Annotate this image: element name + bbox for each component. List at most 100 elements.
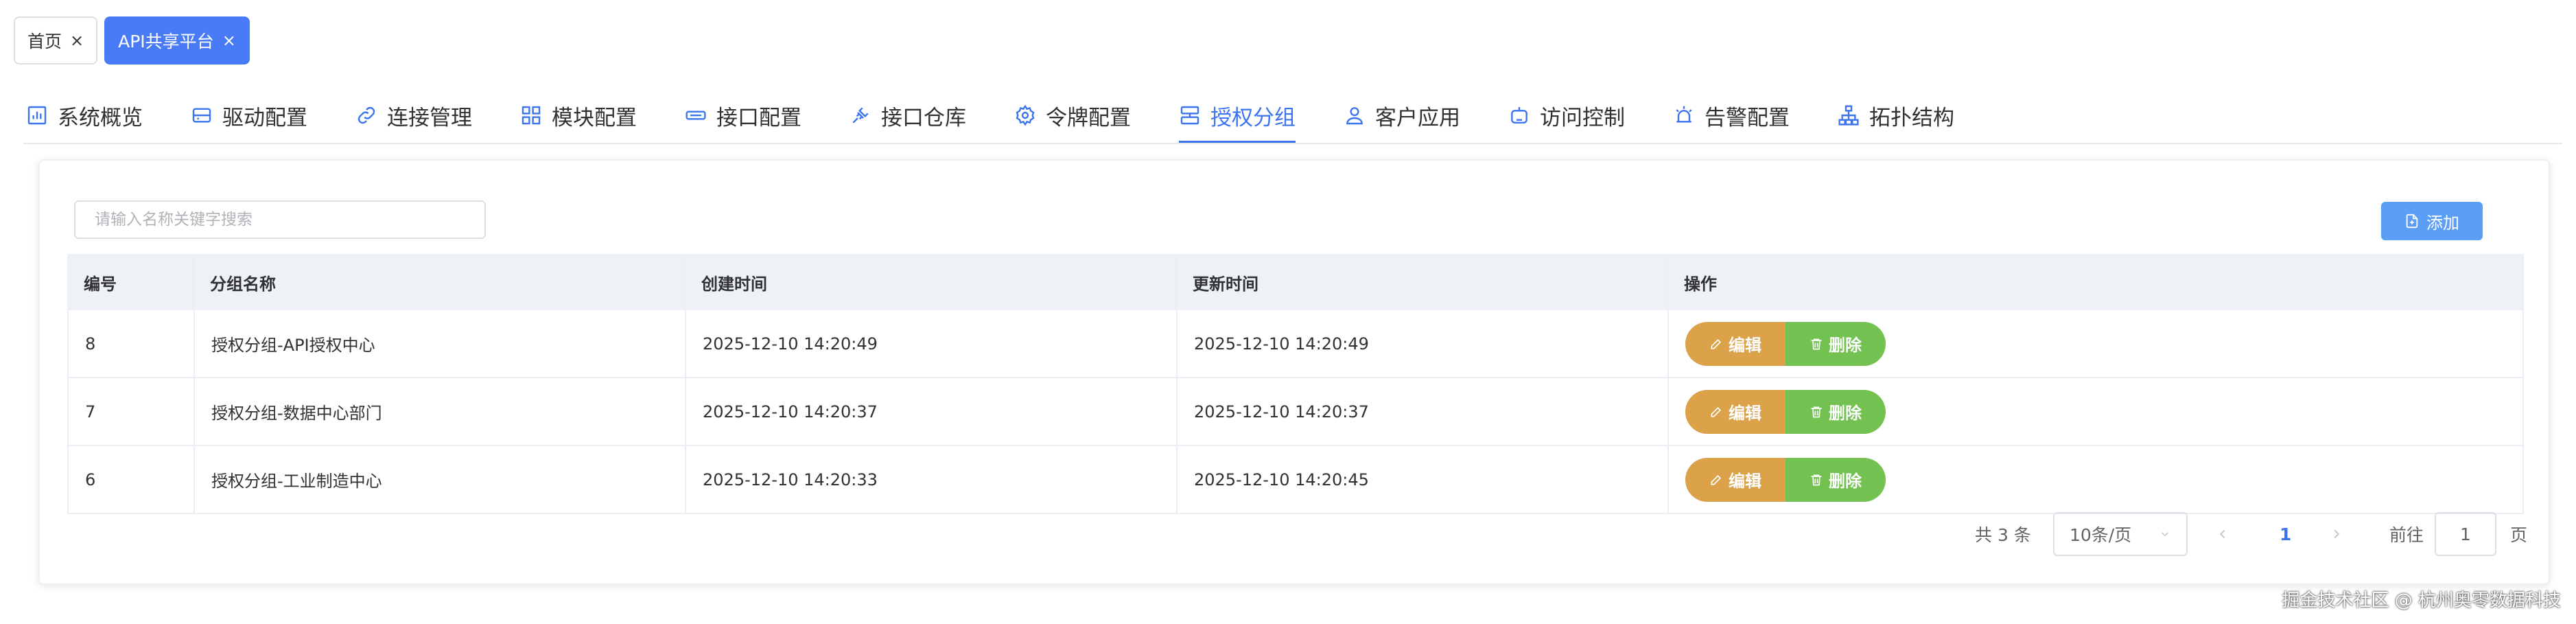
cell-updated: 2025-12-10 14:20:49	[1178, 310, 1669, 377]
link-icon	[358, 106, 375, 124]
delete-button[interactable]: 删除	[1785, 457, 1886, 502]
next-page-button[interactable]	[2329, 512, 2344, 556]
edit-label: 编辑	[1729, 336, 1761, 355]
server-icon	[1180, 106, 1199, 125]
delete-label: 删除	[1829, 472, 1862, 491]
table-header-row: 编号 分组名称 创建时间 更新时间 操作	[67, 254, 2524, 310]
nav-item-api-config[interactable]: 接口配置	[685, 88, 801, 143]
nav-item-connection-manage[interactable]: 连接管理	[355, 88, 472, 143]
nav-item-api-repo[interactable]: 接口仓库	[850, 88, 966, 143]
column-header-created[interactable]: 创建时间	[685, 254, 1176, 310]
cell-actions: 编辑 删除	[1669, 310, 2522, 377]
pagination: 共 3 条 10条/页 1 前往 1 页	[40, 512, 2535, 556]
trash-icon	[1811, 474, 1822, 485]
watermark: 掘金技术社区 @ 杭州奥零数据科技	[2282, 590, 2561, 611]
nav-label: 系统概览	[58, 105, 143, 130]
edit-button[interactable]: 编辑	[1685, 321, 1785, 366]
robot-icon	[1511, 107, 1527, 124]
delete-button[interactable]: 删除	[1785, 389, 1886, 434]
trash-icon	[1811, 406, 1822, 417]
pagination-total: 共 3 条	[1975, 525, 2031, 545]
nav-item-module-config[interactable]: 模块配置	[520, 88, 637, 143]
topology-icon	[1838, 105, 1859, 126]
cell-name: 授权分组-工业制造中心	[195, 446, 686, 513]
page-size-value: 10条/页	[2070, 525, 2132, 545]
search-input[interactable]	[74, 200, 486, 239]
nav-item-access-control[interactable]: 访问控制	[1508, 88, 1625, 143]
edit-button[interactable]: 编辑	[1685, 389, 1785, 434]
nav-label: 连接管理	[387, 105, 472, 130]
nav-label: 授权分组	[1210, 105, 1296, 130]
page-number-current[interactable]: 1	[2280, 512, 2291, 556]
nav-label: 接口配置	[716, 105, 801, 130]
nav-label: 模块配置	[552, 105, 637, 130]
cell-actions: 编辑 删除	[1669, 378, 2522, 445]
add-button[interactable]: 添加	[2381, 202, 2483, 240]
page-tab-api-platform[interactable]: API共享平台 ×	[104, 16, 250, 65]
nav-label: 客户应用	[1375, 105, 1460, 130]
nav-label: 驱动配置	[222, 105, 307, 130]
action-button-group: 编辑 删除	[1685, 389, 1886, 434]
action-button-group: 编辑 删除	[1685, 457, 1886, 502]
edit-label: 编辑	[1729, 472, 1761, 491]
nav-item-auth-group[interactable]: 授权分组	[1179, 88, 1296, 144]
nav-item-driver-config[interactable]: 驱动配置	[191, 88, 307, 143]
page-tab-strip: 首页 × API共享平台 ×	[14, 16, 250, 65]
close-icon[interactable]: ×	[70, 32, 84, 49]
column-header-updated[interactable]: 更新时间	[1176, 254, 1667, 310]
cell-id: 6	[69, 446, 195, 513]
chevron-down-icon	[2161, 532, 2169, 537]
alarm-icon	[1676, 106, 1692, 123]
page-size-select[interactable]: 10条/页	[2053, 512, 2188, 556]
table-row: 7 授权分组-数据中心部门 2025-12-10 14:20:37 2025-1…	[69, 378, 2522, 446]
nav-item-system-overview[interactable]: 系统概览	[26, 88, 143, 143]
pencil-icon	[1711, 338, 1722, 349]
user-icon	[1346, 107, 1363, 125]
delete-button[interactable]: 删除	[1785, 321, 1886, 366]
ticket-icon	[686, 111, 706, 120]
nav-label: 访问控制	[1540, 105, 1625, 130]
goto-label: 前往	[2389, 525, 2424, 545]
cell-actions: 编辑 删除	[1669, 446, 2522, 513]
prev-page-button[interactable]	[2215, 512, 2230, 556]
column-header-id[interactable]: 编号	[67, 254, 194, 310]
close-icon[interactable]: ×	[222, 32, 236, 49]
cell-created: 2025-12-10 14:20:49	[686, 310, 1178, 377]
file-add-icon	[2406, 213, 2418, 229]
cell-updated: 2025-12-10 14:20:37	[1178, 378, 1669, 445]
cell-created: 2025-12-10 14:20:33	[686, 446, 1178, 513]
goto-page-input[interactable]: 1	[2435, 512, 2496, 556]
chevron-left-icon	[2219, 529, 2225, 539]
nav-item-alarm-config[interactable]: 告警配置	[1673, 88, 1790, 143]
grid-icon	[522, 106, 541, 125]
column-header-actions: 操作	[1667, 254, 2524, 310]
chevron-right-icon	[2334, 529, 2340, 539]
nav-item-topology[interactable]: 拓扑结构	[1838, 88, 1954, 143]
nav-label: 接口仓库	[881, 105, 966, 130]
column-header-name[interactable]: 分组名称	[194, 254, 685, 310]
delete-label: 删除	[1829, 336, 1862, 355]
nav-item-client-app[interactable]: 客户应用	[1344, 88, 1460, 143]
page-tab-home[interactable]: 首页 ×	[14, 16, 98, 65]
table-body: 8 授权分组-API授权中心 2025-12-10 14:20:49 2025-…	[67, 310, 2524, 514]
nav-label: 令牌配置	[1046, 105, 1131, 130]
gear-icon	[1016, 104, 1035, 126]
drive-icon	[192, 108, 211, 123]
edit-label: 编辑	[1729, 404, 1761, 423]
delete-label: 删除	[1829, 404, 1862, 423]
chart-icon	[27, 106, 47, 125]
table-row: 8 授权分组-API授权中心 2025-12-10 14:20:49 2025-…	[69, 310, 2522, 378]
nav-label: 告警配置	[1705, 105, 1790, 130]
edit-button[interactable]: 编辑	[1685, 457, 1785, 502]
nav-item-token-config[interactable]: 令牌配置	[1014, 88, 1131, 143]
cell-name: 授权分组-API授权中心	[195, 310, 686, 377]
trash-icon	[1811, 338, 1822, 349]
page-suffix-label: 页	[2510, 525, 2528, 545]
plug-icon	[852, 107, 869, 124]
pencil-icon	[1711, 406, 1722, 417]
page-tab-label: API共享平台	[118, 32, 214, 51]
cell-id: 8	[69, 310, 195, 377]
nav-label: 拓扑结构	[1869, 105, 1954, 130]
content-card: 添加 编号 分组名称 创建时间 更新时间 操作 8 授权分组-API授权中心 2…	[38, 159, 2550, 585]
module-nav: 系统概览 驱动配置 连接管理 模块配置 接口配置 接口仓库 令牌配置 授权分组 …	[26, 88, 2002, 144]
